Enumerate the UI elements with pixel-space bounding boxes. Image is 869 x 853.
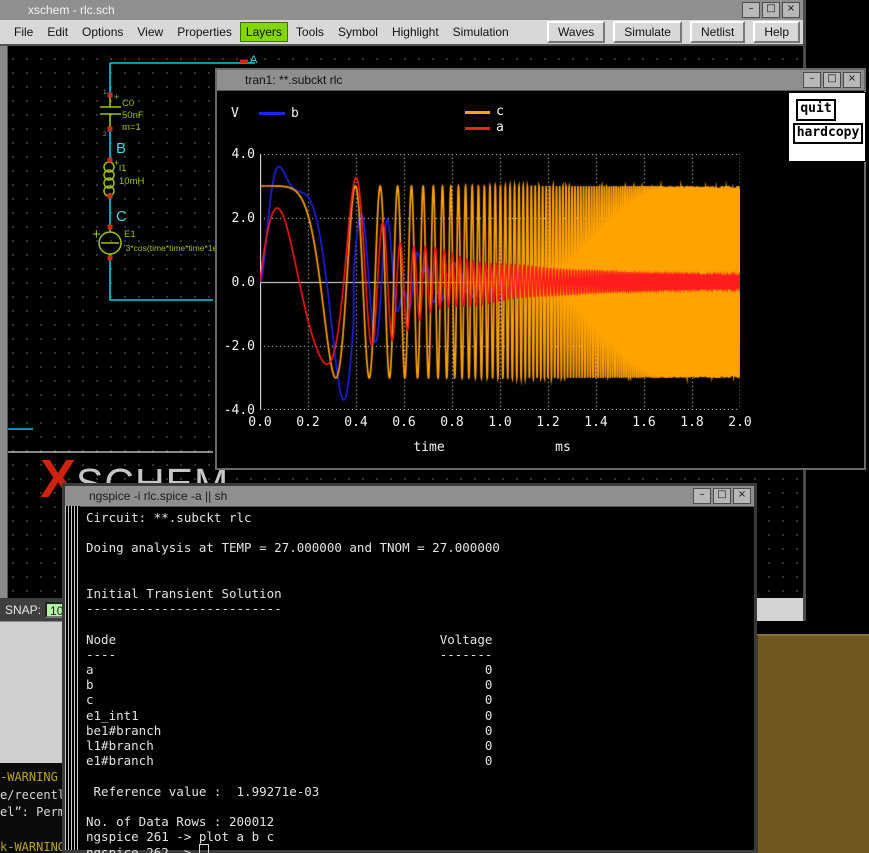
x-axis-label: time	[399, 440, 459, 455]
menu-properties[interactable]: Properties	[171, 22, 238, 42]
close-button[interactable]: ×	[782, 2, 800, 18]
capacitor-name: C0	[122, 98, 134, 109]
menu-symbol[interactable]: Symbol	[332, 22, 384, 42]
terminal-scrollbar[interactable]	[65, 506, 80, 850]
terminal-prompt: ngspice 262 ->	[86, 845, 199, 853]
x-tick-label: 1.2	[532, 415, 564, 430]
maximize-button[interactable]: □	[823, 72, 841, 88]
hardcopy-button[interactable]: hardcopy	[793, 123, 863, 144]
xschem-left-border	[0, 46, 8, 598]
plot-window: tran1: **.subckt rlc – □ × V b c a quit …	[215, 68, 866, 470]
y-unit-label: V	[231, 106, 239, 121]
legend-swatch-c	[465, 111, 490, 114]
background-terminal-fragment[interactable]: -WARNINGe/recentlyel”: Perm k-WARNING	[0, 763, 62, 853]
x-tick-label: 0.8	[436, 415, 468, 430]
xschem-window-title: xschem - rlc.sch	[0, 3, 115, 17]
minimize-button[interactable]: –	[803, 72, 821, 88]
terminal-window-title: ngspice -i rlc.spice -a || sh	[65, 489, 227, 503]
y-tick-label: -2.0	[219, 339, 255, 354]
plot-window-title: tran1: **.subckt rlc	[217, 73, 342, 87]
net-label-a[interactable]: A	[250, 54, 258, 66]
plot-window-controls: – □ ×	[803, 72, 864, 88]
x-tick-label: 0.4	[340, 415, 372, 430]
terminal-cursor	[199, 844, 209, 853]
terminal-prompt-line: ngspice 262 ->	[86, 844, 750, 853]
capacitor-c0[interactable]: + 1 2 C0 50nF m=1	[100, 89, 144, 138]
xschem-menubar: File Edit Options View Properties Layers…	[0, 20, 803, 46]
legend-label-b: b	[291, 106, 299, 121]
netlist-button[interactable]: Netlist	[690, 21, 745, 43]
inductor-l1[interactable]: + l1 10mH	[104, 158, 144, 196]
y-tick-label: 4.0	[219, 147, 255, 162]
menu-simulation[interactable]: Simulation	[447, 22, 515, 42]
terminal-output: Circuit: **.subckt rlc Doing analysis at…	[86, 510, 750, 844]
minimize-button[interactable]: –	[742, 2, 760, 18]
x-tick-label: 0.2	[292, 415, 324, 430]
quit-button[interactable]: quit	[796, 99, 836, 121]
bg-terminal-line: -WARNING	[0, 769, 62, 787]
close-button[interactable]: ×	[733, 488, 751, 504]
menu-options[interactable]: Options	[76, 22, 129, 42]
source-name: E1	[124, 229, 136, 240]
plot-control-panel: quit hardcopy	[788, 92, 866, 162]
inductor-value: 10mH	[119, 176, 144, 187]
capacitor-value: 50nF	[122, 110, 144, 121]
waves-button[interactable]: Waves	[547, 21, 605, 43]
menu-highlight[interactable]: Highlight	[386, 22, 445, 42]
xschem-window-controls: – □ ×	[742, 2, 803, 18]
svg-text:+: +	[92, 226, 101, 243]
desktop: -WARNINGe/recentlyel”: Perm k-WARNING xs…	[0, 0, 869, 853]
bg-terminal-line	[0, 822, 62, 840]
x-axis-unit: ms	[543, 440, 583, 455]
x-tick-label: 1.8	[676, 415, 708, 430]
maximize-button[interactable]: □	[762, 2, 780, 18]
close-button[interactable]: ×	[843, 72, 861, 88]
plot-titlebar[interactable]: tran1: **.subckt rlc – □ ×	[217, 70, 864, 91]
terminal-window-controls: – □ ×	[693, 488, 754, 504]
net-label-b[interactable]: B	[116, 140, 126, 157]
ngspice-terminal-window: ngspice -i rlc.spice -a || sh – □ × Circ…	[62, 483, 757, 853]
svg-text:2: 2	[103, 131, 107, 138]
y-tick-label: 2.0	[219, 211, 255, 226]
maximize-button[interactable]: □	[713, 488, 731, 504]
svg-text:1: 1	[103, 89, 107, 96]
capacitor-attr: m=1	[122, 122, 141, 133]
legend-swatch-a	[465, 127, 490, 130]
y-tick-label: 0.0	[219, 275, 255, 290]
minimize-button[interactable]: –	[693, 488, 711, 504]
simulate-button[interactable]: Simulate	[613, 21, 682, 43]
snap-label: SNAP:	[5, 603, 41, 617]
menu-edit[interactable]: Edit	[41, 22, 74, 42]
menu-tools[interactable]: Tools	[290, 22, 330, 42]
menu-file[interactable]: File	[8, 22, 39, 42]
waveform-plot[interactable]	[260, 154, 740, 410]
x-tick-label: 1.6	[628, 415, 660, 430]
help-button[interactable]: Help	[753, 21, 800, 43]
source-e1[interactable]: + E1 '3*cos(time*time*time*1e11)'	[92, 226, 231, 258]
background-window-fragment	[0, 621, 62, 767]
inductor-name: l1	[119, 163, 126, 174]
menu-layers[interactable]: Layers	[240, 22, 288, 42]
legend-label-a: a	[496, 120, 504, 135]
bg-terminal-line: el”: Perm	[0, 804, 62, 822]
terminal-titlebar[interactable]: ngspice -i rlc.spice -a || sh – □ ×	[65, 486, 754, 507]
xschem-titlebar[interactable]: xschem - rlc.sch – □ ×	[0, 0, 803, 21]
x-tick-label: 2.0	[724, 415, 756, 430]
legend-swatch-b	[259, 112, 285, 115]
background-olive-window	[753, 634, 869, 853]
bg-terminal-line: e/recently	[0, 787, 62, 805]
legend-label-c: c	[496, 104, 504, 119]
x-tick-label: 1.4	[580, 415, 612, 430]
bg-terminal-line: k-WARNING	[0, 839, 62, 853]
svg-text:+: +	[114, 92, 119, 102]
x-tick-label: 0.0	[244, 415, 276, 430]
terminal-output-area[interactable]: Circuit: **.subckt rlc Doing analysis at…	[86, 510, 750, 850]
x-tick-label: 0.6	[388, 415, 420, 430]
net-label-c[interactable]: C	[116, 208, 127, 225]
menu-view[interactable]: View	[131, 22, 169, 42]
x-tick-label: 1.0	[484, 415, 516, 430]
